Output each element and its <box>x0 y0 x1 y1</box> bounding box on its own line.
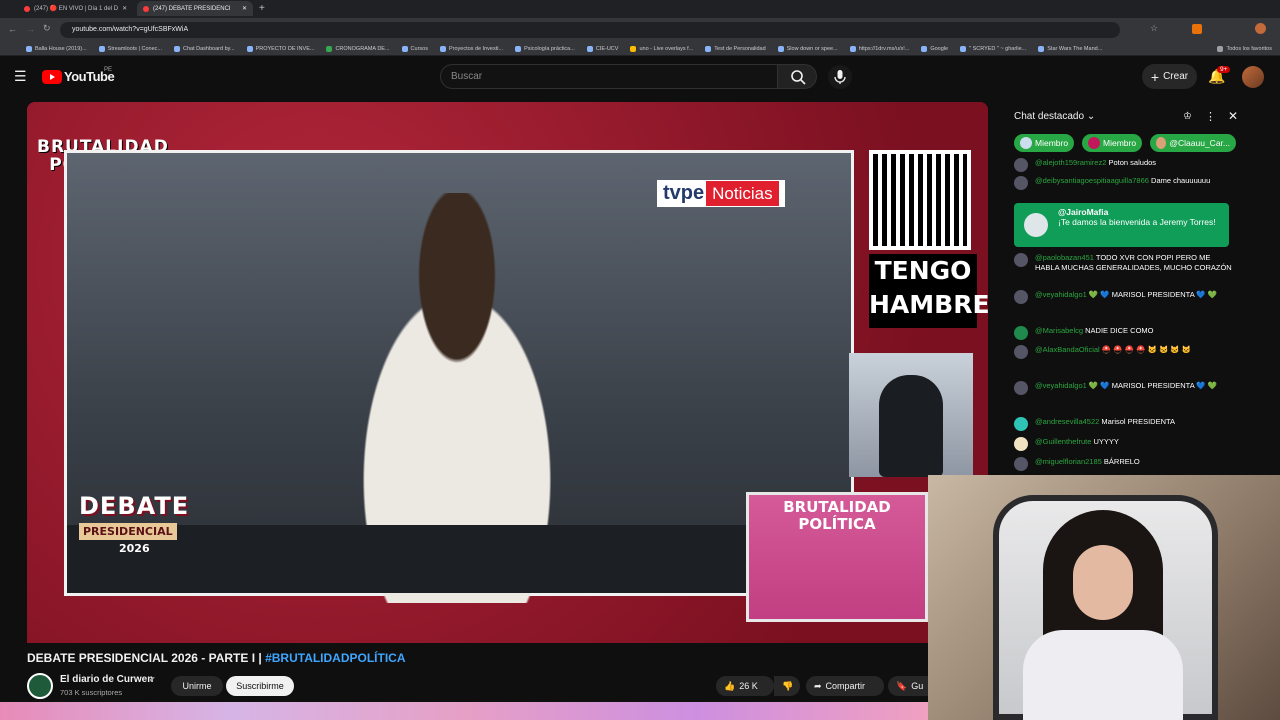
extension-icon[interactable] <box>1192 24 1202 34</box>
avatar <box>1014 457 1028 471</box>
url-field[interactable]: youtube.com/watch?v=gUfcSBFxWiA <box>60 22 1120 38</box>
bookmark-item[interactable]: Chat Dashboard by... <box>173 45 235 52</box>
browser-tab-debate[interactable]: (247) DEBATE PRESIDENCI ✕ <box>137 1 253 16</box>
avatar <box>1014 437 1028 451</box>
debate-presidencial-logo: DEBATE PRESIDENCIAL 2026 <box>79 492 190 555</box>
bookmark-item[interactable]: Proyectos de Investi... <box>439 45 503 52</box>
chat-message: @paolobazan451 TODO XVR CON POPI PERO ME… <box>1014 253 1236 273</box>
chat-message: @veyahidalgo1 💚 💙 MARISOL PRESIDENTA 💙 💚 <box>1014 381 1236 395</box>
share-arrow-icon: ➦ <box>814 680 822 691</box>
avatar <box>1014 290 1028 304</box>
avatar <box>1014 253 1028 267</box>
youtube-favicon-icon <box>24 5 30 12</box>
dislike-button[interactable]: 👎 <box>774 676 800 696</box>
youtube-favicon-icon <box>143 5 149 12</box>
crown-icon[interactable]: ♔ <box>1183 111 1192 122</box>
bookmark-item[interactable]: Star Wars The Mand... <box>1038 45 1102 52</box>
pinned-welcome-message: @JairoMafia ¡Te damos la bienvenida a Jer… <box>1014 203 1229 247</box>
close-icon[interactable]: ✕ <box>1228 109 1238 123</box>
all-bookmarks-folder[interactable]: Todos los favoritos <box>1217 45 1280 52</box>
chat-message: @Marisabelcg NADIE DICE COMO <box>1014 326 1236 340</box>
avatar <box>1014 381 1028 395</box>
subscriber-count: 703 K suscriptores <box>60 688 123 697</box>
avatar <box>1014 326 1028 340</box>
hashtag-link[interactable]: #BRUTALIDADPOLÍTICA <box>265 651 405 665</box>
forward-icon[interactable]: → <box>26 24 35 34</box>
back-icon[interactable]: ← <box>8 24 17 34</box>
avatar <box>1024 213 1048 237</box>
bookmark-item[interactable]: Slow down or spee... <box>777 45 838 52</box>
tvpe-noticias-logo: tvpe Noticias <box>657 180 785 207</box>
tengo-hambre-sign: TENGO HAMBRE <box>869 254 988 328</box>
streamer-figure <box>1018 510 1188 720</box>
avatar <box>1014 417 1028 431</box>
create-button[interactable]: + Crear <box>1142 64 1197 89</box>
menu-icon[interactable]: ☰ <box>14 68 27 85</box>
bookmark-item[interactable]: Streamloots | Conec... <box>98 45 162 52</box>
chat-message: @deibysantiagoespitiaaguilla7866 Dame ch… <box>1014 176 1236 190</box>
video-player[interactable]: BRUTALIDAD POLÍTICA tvpeNoticias TENGOHA… <box>27 102 988 643</box>
account-avatar[interactable] <box>1242 66 1264 88</box>
chat-message: @AlaxBandaOficial ⛑️ ⛑️ ⛑️ ⛑️ 🐱 🐱 🐱 🐱 <box>1014 345 1236 359</box>
member-badge-chip[interactable]: Miembro <box>1014 134 1075 152</box>
bookmark-item[interactable]: Test de Personalidad <box>705 45 766 52</box>
member-badge-chip[interactable]: Miembro <box>1082 134 1143 152</box>
sign-language-interpreter <box>849 353 973 477</box>
bookmark-item[interactable]: CIE-UCV <box>586 45 618 52</box>
bottom-artwork-strip <box>0 702 928 720</box>
like-button[interactable]: 👍 26 K <box>716 676 774 696</box>
avatar <box>1014 158 1028 172</box>
chat-message: @miguelflorian2185 BÁRRELO <box>1014 457 1236 471</box>
bookmark-item[interactable]: CRONOGRAMA DE... <box>326 45 390 52</box>
qr-code <box>869 150 971 250</box>
channel-avatar[interactable] <box>27 673 53 699</box>
reload-icon[interactable]: ↻ <box>43 23 51 34</box>
search-icon <box>791 70 806 85</box>
avatar <box>1014 176 1028 190</box>
bookmark-item[interactable]: Balla House (2019)... <box>26 45 87 52</box>
save-button[interactable]: 🔖 Gu <box>888 676 928 696</box>
microphone-icon <box>834 70 846 84</box>
bookmark-item[interactable]: uno - Live overlays f... <box>630 45 693 52</box>
verified-check-icon: ✔ <box>149 675 156 684</box>
more-options-icon[interactable]: ⋮ <box>1205 110 1216 123</box>
youtube-logo-icon[interactable] <box>42 70 62 84</box>
bookmark-item[interactable]: " SCRYED " ~ gharlie... <box>960 45 1026 52</box>
search-input[interactable]: Buscar <box>440 64 778 89</box>
webcam-overlay <box>928 475 1280 720</box>
search-button[interactable] <box>777 64 817 89</box>
avatar <box>1014 345 1028 359</box>
chat-mode-dropdown[interactable]: Chat destacado ⌄ <box>1014 111 1095 122</box>
bookmark-item[interactable]: Google <box>921 45 948 52</box>
video-title: DEBATE PRESIDENCIAL 2026 - PARTE I | #BR… <box>27 651 406 665</box>
thumbs-up-icon: 👍 <box>724 680 736 691</box>
plus-icon: + <box>1150 68 1160 85</box>
subscribe-button[interactable]: Suscribirme <box>226 676 294 696</box>
chat-message: @alejoth159ramirez2 Poton saludos <box>1014 158 1236 172</box>
bookmark-icon: 🔖 <box>896 680 908 691</box>
profile-avatar-icon[interactable] <box>1255 23 1266 34</box>
bookmark-item[interactable]: Cursos <box>401 45 428 52</box>
thumbs-down-icon: 👎 <box>782 680 794 691</box>
bookmark-item[interactable]: https://1drv.ms/u/s!... <box>849 45 909 52</box>
country-code: PE <box>104 67 113 73</box>
bookmarks-bar: Balla House (2019)... Streamloots | Cone… <box>0 42 1280 56</box>
bookmark-item[interactable]: PROYECTO DE INVE... <box>246 45 314 52</box>
browser-tab-live[interactable]: (247) 🔴 EN VIVO | Día 1 del D ✕ <box>18 1 131 16</box>
chevron-down-icon: ⌄ <box>1086 111 1096 122</box>
chat-message: @Guillenthefrute UYYYY <box>1014 437 1236 451</box>
share-button[interactable]: ➦ Compartir <box>806 676 884 696</box>
join-button[interactable]: Unirme <box>171 676 223 696</box>
new-tab-button[interactable]: + <box>259 3 265 14</box>
streamer-pip-overlay: BRUTALIDAD POLÍTICA <box>746 492 928 622</box>
notification-count-badge: 9+ <box>1217 66 1231 73</box>
chat-message: @veyahidalgo1 💚 💙 MARISOL PRESIDENTA 💙 💚 <box>1014 290 1236 304</box>
channel-name[interactable]: El diario de Curwen <box>60 674 153 685</box>
bookmark-star-icon[interactable]: ☆ <box>1150 23 1158 34</box>
voice-search-button[interactable] <box>828 65 852 89</box>
chat-message: @andresevilla4522 Marisol PRESIDENTA <box>1014 417 1236 431</box>
user-chip[interactable]: @Claauu_Car... <box>1150 134 1236 152</box>
bookmark-item[interactable]: Psicología práctica... <box>515 45 575 52</box>
